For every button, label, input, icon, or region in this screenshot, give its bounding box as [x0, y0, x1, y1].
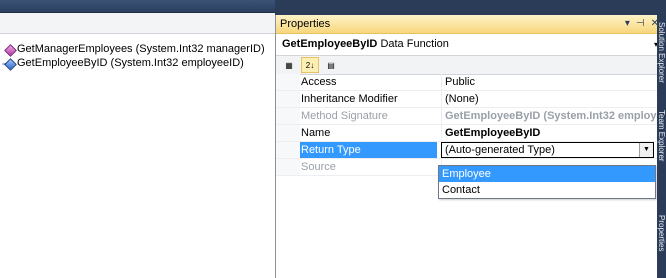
designer-top-bar: [0, 0, 275, 13]
property-name: Source: [301, 161, 336, 173]
alphabetical-sort-icon[interactable]: 2↓: [301, 57, 319, 73]
property-row-method-signature: Method Signature GetEmployeeByID (System…: [276, 108, 659, 125]
object-type: Data Function: [380, 38, 449, 50]
property-row-name[interactable]: Name GetEmployeeByID: [276, 125, 659, 142]
method-label: GetEmployeeByID (System.Int32 employeeID…: [17, 57, 244, 69]
dropdown-option-contact[interactable]: Contact: [439, 182, 655, 198]
property-name: Inheritance Modifier: [301, 93, 398, 105]
property-name: Method Signature: [301, 110, 388, 122]
window-frame: [275, 0, 657, 15]
designer-pane: GetManagerEmployees (System.Int32 manage…: [0, 0, 275, 278]
dock-tab-strip: Solution Explorer Team Explorer Properti…: [657, 0, 666, 278]
return-type-dropdown-list: Employee Contact: [438, 165, 656, 199]
return-type-combo[interactable]: (Auto-generated Type) ▼: [441, 142, 654, 158]
dock-tab-team-explorer[interactable]: Team Explorer: [657, 110, 666, 162]
object-selector[interactable]: GetEmployeeByID Data Function ▾: [276, 34, 662, 56]
property-name: Name: [301, 127, 331, 139]
dropdown-option-employee[interactable]: Employee: [439, 166, 655, 182]
dock-tab-solution-explorer[interactable]: Solution Explorer: [657, 22, 666, 83]
property-value[interactable]: Public: [441, 74, 658, 90]
pin-icon[interactable]: ⊣: [636, 15, 645, 33]
method-icon: [4, 43, 17, 57]
properties-title-bar: Properties ▾ ⊣ ✕: [276, 15, 662, 34]
method-item-getmanageremployees[interactable]: GetManagerEmployees (System.Int32 manage…: [2, 42, 265, 57]
property-value[interactable]: (None): [441, 91, 658, 107]
method-label: GetManagerEmployees (System.Int32 manage…: [17, 43, 265, 55]
property-value[interactable]: GetEmployeeByID: [441, 125, 658, 141]
categorized-icon[interactable]: ▦: [280, 57, 298, 73]
window-position-dropdown-icon[interactable]: ▾: [625, 15, 630, 33]
property-row-return-type[interactable]: Return Type (Auto-generated Type) ▼: [276, 142, 659, 159]
property-value: GetEmployeeByID (System.Int32 employeeID…: [441, 108, 658, 124]
properties-title: Properties: [280, 18, 331, 30]
property-row-inheritance-modifier[interactable]: Inheritance Modifier (None): [276, 91, 659, 108]
object-name: GetEmployeeByID: [282, 38, 378, 50]
property-name: Access: [301, 76, 337, 88]
properties-window: Properties ▾ ⊣ ✕ GetEmployeeByID Data Fu…: [275, 15, 662, 278]
dock-tab-properties[interactable]: Properties: [657, 215, 666, 251]
properties-toolbar: ▦ 2↓ ▤: [276, 56, 662, 75]
property-pages-icon[interactable]: ▤: [322, 57, 340, 73]
dropdown-arrow-icon[interactable]: ▼: [639, 143, 653, 157]
property-name: Return Type: [300, 142, 437, 158]
property-row-access[interactable]: Access Public: [276, 74, 659, 91]
designer-header-strip: [0, 13, 275, 34]
method-list: GetManagerEmployees (System.Int32 manage…: [2, 42, 265, 71]
method-item-getemployeebyid[interactable]: ⇒ GetEmployeeByID (System.Int32 employee…: [2, 56, 265, 71]
property-value: (Auto-generated Type): [445, 144, 555, 156]
selected-method-icon: ⇒: [2, 57, 17, 71]
property-grid: Access Public Inheritance Modifier (None…: [276, 74, 659, 176]
